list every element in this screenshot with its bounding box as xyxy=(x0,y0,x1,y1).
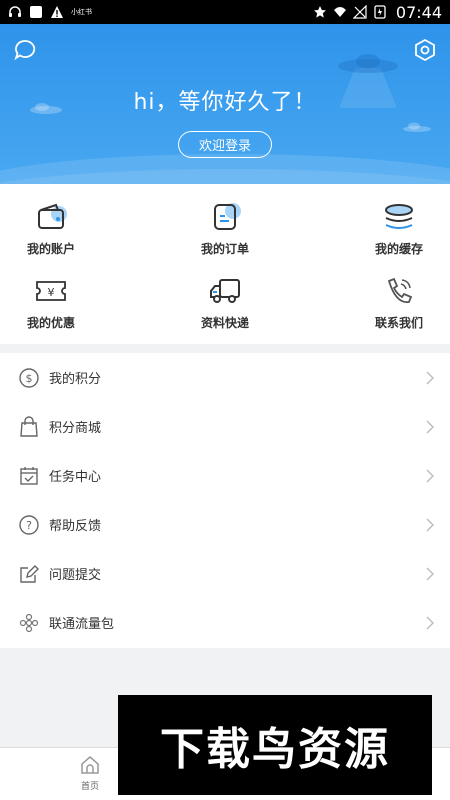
chevron-right-icon xyxy=(426,469,434,483)
menu-item-label: 帮助反馈 xyxy=(49,519,102,534)
no-signal-icon xyxy=(352,5,367,19)
shortcut-label: 我的账户 xyxy=(26,242,75,256)
svg-text:?: ? xyxy=(26,519,32,532)
chat-bubble-icon[interactable] xyxy=(13,38,37,62)
menu-item-label: 我的积分 xyxy=(49,372,102,387)
menu-item-help-feedback[interactable]: ? 帮助反馈 xyxy=(0,500,450,549)
shortcut-label: 我的优惠 xyxy=(26,316,75,330)
chevron-right-icon xyxy=(426,420,434,434)
menu-item-label: 联通流量包 xyxy=(49,617,115,632)
svg-text:$: $ xyxy=(26,372,33,385)
watermark-overlay: 下载鸟资源 xyxy=(118,695,432,795)
headset-icon xyxy=(9,6,21,17)
shortcut-my-account[interactable]: 我的账户 xyxy=(0,201,106,271)
chevron-right-icon xyxy=(426,616,434,630)
status-bar: 小红书 07:44 xyxy=(0,0,450,24)
delivery-truck-icon xyxy=(210,279,240,303)
chevron-right-icon xyxy=(426,518,434,532)
hexagon-settings-icon[interactable] xyxy=(413,38,437,62)
profile-header: hi，等你好久了！ 欢迎登录 xyxy=(0,24,450,184)
menu-item-label: 问题提交 xyxy=(49,568,102,583)
cloud-decoration xyxy=(403,122,431,132)
shortcut-contact-us[interactable]: 联系我们 xyxy=(344,275,450,345)
battery-icon xyxy=(374,5,386,19)
tab-home[interactable]: 首页 xyxy=(60,754,120,792)
menu-item-label: 任务中心 xyxy=(49,470,102,485)
watermark-text: 下载鸟资源 xyxy=(160,724,390,775)
menu-item-my-points[interactable]: $ 我的积分 xyxy=(0,353,450,402)
shortcut-my-cache[interactable]: 我的缓存 xyxy=(344,201,450,271)
shortcut-label: 联系我们 xyxy=(374,316,423,330)
phone-icon xyxy=(387,277,413,304)
tab-label: 首页 xyxy=(80,782,99,792)
shortcut-document-delivery[interactable]: 资料快递 xyxy=(170,275,280,345)
question-icon: ? xyxy=(19,514,39,535)
menu-item-unicom-data-pack[interactable]: 联通流量包 xyxy=(0,598,450,647)
coin-icon: $ xyxy=(19,367,39,388)
home-icon xyxy=(81,756,99,774)
shopping-bag-icon xyxy=(20,415,38,437)
chevron-right-icon xyxy=(426,567,434,581)
greeting-text: hi，等你好久了！ xyxy=(133,90,317,115)
menu-item-points-mall[interactable]: 积分商城 xyxy=(0,402,450,451)
menu-list: $ 我的积分 积分商城 任务中心 ? 帮助反馈 问题提交 联通流量包 xyxy=(0,353,450,648)
shortcut-grid: 我的账户 我的订单 我的缓存 ¥ 我的优惠 资料快递 联系我们 xyxy=(0,184,450,344)
menu-item-submit-issue[interactable]: 问题提交 xyxy=(0,549,450,598)
shortcut-label: 资料快递 xyxy=(200,316,249,330)
edit-icon xyxy=(20,564,39,583)
clock: 07:44 xyxy=(395,2,442,22)
shortcut-label: 我的缓存 xyxy=(374,242,423,256)
chevron-right-icon xyxy=(426,371,434,385)
screen: 小红书 07:44 hi，等你好久了！ 欢迎登录 我的账户 我的订单 我的缓存 … xyxy=(0,0,450,800)
star-icon xyxy=(313,6,326,18)
warning-icon xyxy=(51,6,63,18)
calendar-check-icon xyxy=(20,466,38,485)
shortcut-my-coupons[interactable]: ¥ 我的优惠 xyxy=(0,275,106,345)
order-icon xyxy=(214,203,241,230)
header-wave xyxy=(0,154,450,184)
coupon-icon: ¥ xyxy=(36,281,66,301)
shortcut-label: 我的订单 xyxy=(200,242,249,256)
svg-text:¥: ¥ xyxy=(48,286,55,299)
login-button[interactable]: 欢迎登录 xyxy=(178,131,272,158)
menu-item-label: 积分商城 xyxy=(49,421,102,436)
cache-stack-icon xyxy=(385,204,413,229)
wallet-icon xyxy=(38,203,67,229)
unicom-icon xyxy=(19,613,39,632)
square-app-icon xyxy=(30,6,42,18)
app-notification-label: 小红书 xyxy=(71,8,92,16)
shortcut-my-orders[interactable]: 我的订单 xyxy=(170,201,280,271)
wifi-icon xyxy=(333,7,346,17)
menu-item-task-center[interactable]: 任务中心 xyxy=(0,451,450,500)
